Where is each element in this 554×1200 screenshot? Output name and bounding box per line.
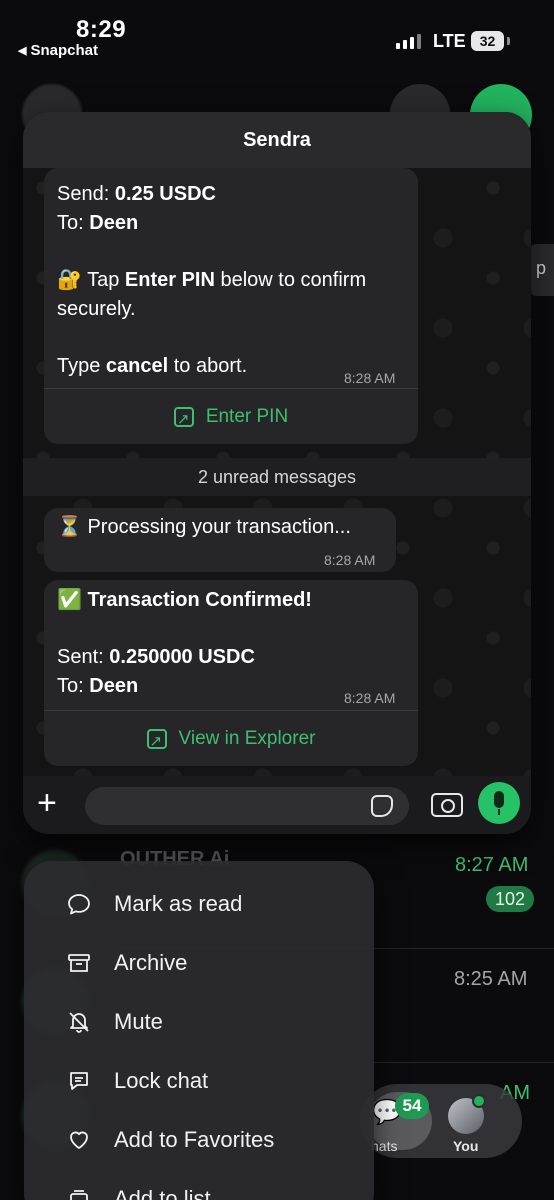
lock-icon: 🔐: [57, 269, 82, 291]
back-triangle-icon: ◀: [18, 45, 27, 57]
enter-pin-label: Enter PIN: [205, 406, 289, 427]
unread-badge: 102: [486, 886, 534, 912]
archive-icon: [66, 950, 92, 976]
status-bar: 8:29 ◀ Snapchat LTE 32: [0, 0, 554, 70]
to-line: To: Deen: [57, 212, 139, 234]
menu-item-mute[interactable]: Mute: [24, 992, 374, 1051]
network-label: LTE: [433, 31, 466, 51]
unread-divider: 2 unread messages: [23, 458, 531, 496]
heart-icon: [66, 1127, 92, 1153]
menu-item-add-to-favorites[interactable]: Add to Favorites: [24, 1110, 374, 1169]
message-time: 8:28 AM: [344, 690, 396, 706]
microphone-button[interactable]: [478, 782, 520, 824]
menu-item-label: Mute: [114, 1008, 163, 1034]
pin-instruction: 🔐 Tap Enter PIN below to confirm securel…: [57, 269, 367, 320]
back-to-app-button[interactable]: ◀ Snapchat: [18, 42, 98, 59]
hourglass-icon: ⏳: [57, 516, 82, 538]
battery-icon: 32: [471, 31, 504, 51]
list-icon: [66, 1186, 92, 1200]
menu-item-label: Archive: [114, 949, 188, 975]
chat-header: Sendra: [23, 112, 531, 168]
camera-icon[interactable]: [431, 793, 463, 817]
menu-item-label: Add to list: [114, 1185, 211, 1200]
tab-chats-label: hats: [371, 1138, 398, 1154]
view-explorer-label: View in Explorer: [178, 728, 316, 749]
menu-item-label: Lock chat: [114, 1067, 209, 1093]
clock: 8:29: [76, 16, 127, 43]
edge-label: p: [530, 244, 554, 296]
message-bubble: ⏳ Processing your transaction... 8:28 AM: [44, 508, 396, 572]
chat-time: 8:27 AM: [455, 854, 529, 876]
composer: +: [23, 776, 531, 834]
lock-chat-icon: [66, 1068, 92, 1094]
status-dot-icon: [472, 1094, 486, 1108]
chat-bubble-icon: [66, 891, 92, 917]
cancel-instruction: Type cancel to abort.: [57, 355, 248, 377]
confirmed-title: ✅ Transaction Confirmed!: [57, 589, 312, 611]
menu-item-archive[interactable]: Archive: [24, 933, 374, 992]
menu-item-mark-as-read[interactable]: Mark as read: [24, 874, 374, 933]
message-input[interactable]: [85, 787, 409, 825]
to-line: To: Deen: [57, 675, 139, 697]
processing-text: ⏳ Processing your transaction...: [57, 516, 351, 538]
message-bubble: Send: 0.25 USDC To: Deen 🔐 Tap Enter PIN…: [44, 168, 418, 444]
external-link-icon: [146, 727, 167, 756]
menu-item-label: Add to Favorites: [114, 1126, 275, 1152]
menu-item-add-to-list[interactable]: Add to list: [24, 1169, 374, 1200]
menu-item-label: Mark as read: [114, 890, 243, 916]
chat-time: 8:25 AM: [454, 968, 528, 990]
battery-tip: [507, 37, 510, 45]
view-in-explorer-button[interactable]: View in Explorer: [44, 710, 418, 766]
tab-you-label: You: [453, 1138, 479, 1154]
external-link-icon: [173, 405, 194, 434]
enter-pin-button[interactable]: Enter PIN: [44, 388, 418, 444]
attach-plus-icon[interactable]: +: [37, 786, 57, 820]
chats-badge: 54: [395, 1093, 429, 1119]
chat-preview[interactable]: Sendra Send: 0.25 USDC To: Deen 🔐 Tap En…: [23, 112, 531, 834]
send-line: Send: 0.25 USDC: [57, 183, 216, 205]
back-app-label: Snapchat: [30, 42, 98, 59]
menu-item-lock-chat[interactable]: Lock chat: [24, 1051, 374, 1110]
sticker-icon[interactable]: [371, 795, 393, 817]
check-icon: ✅: [57, 589, 82, 611]
chat-title: Sendra: [243, 129, 311, 151]
signal-icon: [396, 34, 421, 49]
bell-off-icon: [66, 1009, 92, 1035]
message-time: 8:28 AM: [324, 552, 376, 568]
message-bubble: ✅ Transaction Confirmed! Sent: 0.250000 …: [44, 580, 418, 766]
sent-line: Sent: 0.250000 USDC: [57, 646, 255, 668]
context-menu: Mark as read Archive Mute Lock chat Add …: [24, 861, 374, 1200]
